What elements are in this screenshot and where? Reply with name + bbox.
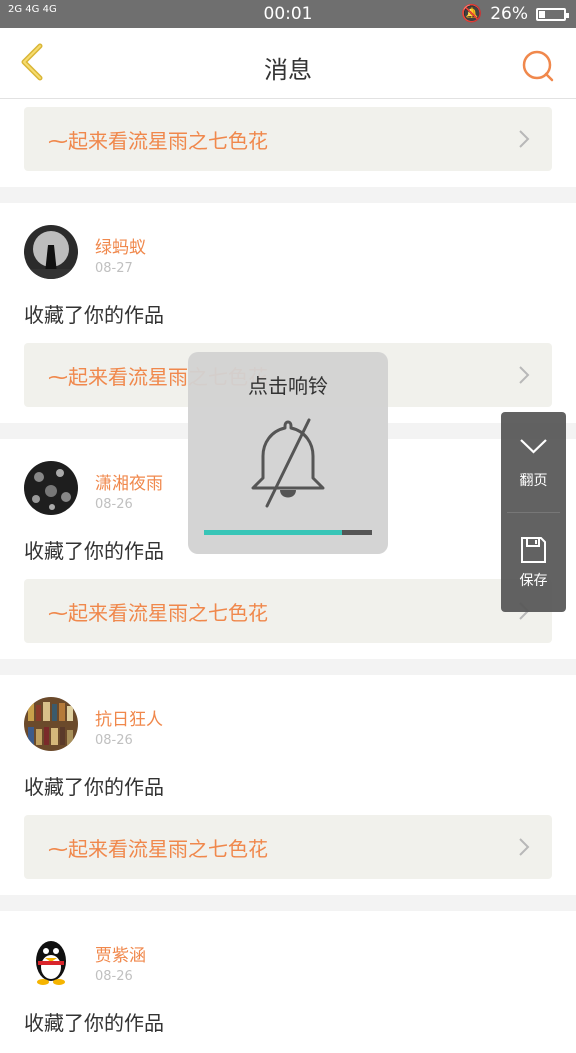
date: 08-26 [95,733,133,748]
battery-percent: 26% [490,4,528,24]
bell-muted-icon [251,418,325,508]
chevron-down-icon [520,439,547,454]
penguin-icon [24,933,78,987]
list-item: 贾紫涵 08-26 收藏了你的作品 [0,911,576,1053]
avatar[interactable] [24,933,78,987]
action-text: 收藏了你的作品 [24,775,164,799]
avatar[interactable] [24,461,78,515]
list-item: ⁓起来看流星雨之七色花 [0,99,576,187]
volume-bar[interactable] [204,530,372,535]
search-button[interactable] [520,48,556,84]
page-turn-button[interactable]: 翻页 [501,412,566,512]
username[interactable]: 绿蚂蚁 [95,233,146,258]
action-text: 收藏了你的作品 [24,1011,164,1035]
action-text: 收藏了你的作品 [24,303,164,327]
save-icon [521,537,546,563]
battery-icon [536,7,569,21]
status-bar: 2G 4G 4G 00:01 🔕 26% [0,0,576,28]
page-title: 消息 [264,56,312,84]
save-label: 保存 [519,573,548,589]
username[interactable]: 抗日狂人 [95,705,163,730]
list-item: 抗日狂人 08-26 收藏了你的作品 ⁓起来看流星雨之七色花 [0,675,576,895]
ringer-toast[interactable]: 点击响铃 [188,352,388,554]
save-button[interactable]: 保存 [501,512,566,612]
date: 08-26 [95,969,133,984]
avatar[interactable] [24,225,78,279]
chevron-right-icon [519,838,530,856]
chevron-right-icon [519,130,530,148]
search-icon [522,50,554,82]
chevron-right-icon [519,366,530,384]
work-link[interactable]: ⁓起来看流星雨之七色花 [24,107,552,171]
work-title: ⁓起来看流星雨之七色花 [48,837,268,861]
work-link[interactable]: ⁓起来看流星雨之七色花 [24,815,552,879]
work-title: ⁓起来看流星雨之七色花 [48,601,268,625]
username[interactable]: 潇湘夜雨 [95,469,163,494]
toast-title: 点击响铃 [248,374,328,398]
side-panel: 翻页 保存 [501,412,566,612]
message-list[interactable]: ⁓起来看流星雨之七色花 绿蚂蚁 08-27 收藏了你的作品 ⁓起来看流星雨之七色… [0,99,576,1053]
work-link[interactable]: ⁓起来看流星雨之七色花 [24,579,552,643]
date: 08-27 [95,261,133,276]
date: 08-26 [95,497,133,512]
username[interactable]: 贾紫涵 [95,941,146,966]
avatar[interactable] [24,697,78,751]
mute-icon: 🔕 [461,4,483,24]
app-header: 消息 [0,28,576,99]
page-turn-label: 翻页 [519,473,548,489]
work-title: ⁓起来看流星雨之七色花 [48,129,268,153]
